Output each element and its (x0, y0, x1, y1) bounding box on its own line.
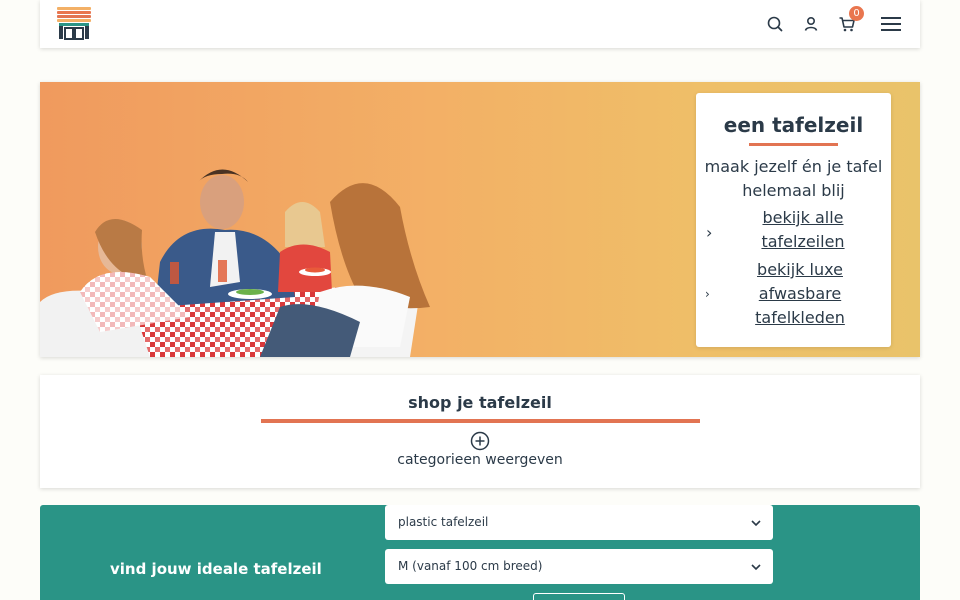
chevron-right-icon: › (705, 287, 710, 301)
hero-subtitle: maak jezelf én je tafel helemaal blij (704, 157, 883, 200)
material-select-value: plastic tafelzeil (398, 515, 489, 529)
user-icon[interactable] (801, 14, 821, 34)
chevron-down-icon (751, 564, 761, 571)
plus-circle-icon[interactable] (470, 431, 490, 451)
shop-section: shop je tafelzeil categorieen weergeven (40, 375, 920, 488)
finder-submit-button[interactable] (533, 593, 625, 600)
search-icon[interactable] (765, 14, 785, 34)
site-header: 0 (40, 0, 920, 48)
size-select[interactable]: M (vanaf 100 cm breed) (385, 549, 773, 584)
hero-title-underline (749, 143, 838, 146)
material-select[interactable]: plastic tafelzeil (385, 505, 773, 540)
cart-count-badge: 0 (849, 6, 864, 21)
view-luxe-tablecloths-link[interactable]: bekijk luxe afwasbare tafelkleden (746, 258, 854, 330)
size-select-value: M (vanaf 100 cm breed) (398, 559, 543, 573)
shop-title: shop je tafelzeil (408, 393, 552, 412)
chevron-down-icon (751, 520, 761, 527)
view-all-tablecloths-link[interactable]: bekijk alle tafelzeilen (751, 206, 855, 254)
shop-title-underline (261, 419, 700, 423)
menu-icon[interactable] (880, 14, 902, 34)
show-categories-link[interactable]: categorieen weergeven (40, 452, 920, 468)
hero-banner: een tafelzeil maak jezelf én je tafel he… (40, 82, 920, 357)
tablecloth-finder: vind jouw ideale tafelzeil plastic tafel… (40, 505, 920, 600)
hero-card: een tafelzeil maak jezelf én je tafel he… (696, 93, 891, 347)
hero-photo-people-at-table (40, 169, 430, 357)
hero-title: een tafelzeil (723, 113, 864, 137)
store-logo-icon[interactable] (56, 6, 92, 40)
chevron-right-icon: › (706, 223, 713, 242)
finder-label: vind jouw ideale tafelzeil (110, 560, 322, 578)
